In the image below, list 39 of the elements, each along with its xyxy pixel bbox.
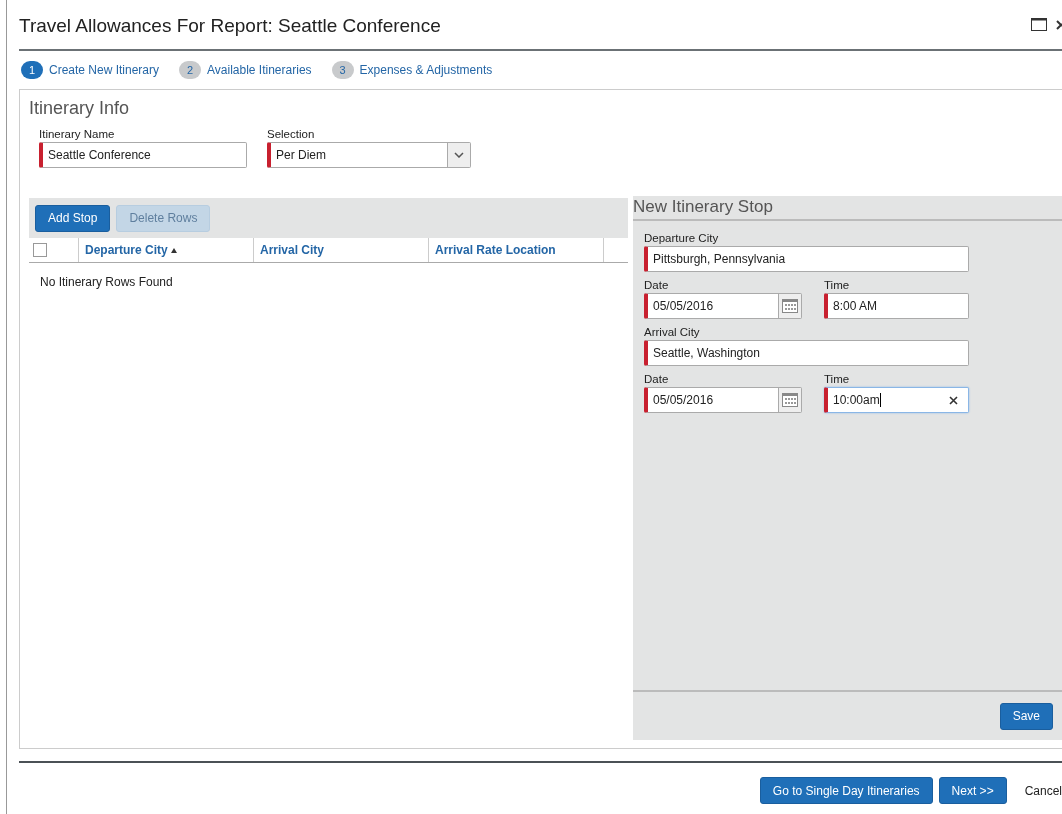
dropdown[interactable]: Per Diem bbox=[267, 142, 471, 168]
field-label: Itinerary Name bbox=[39, 128, 116, 140]
wizard-step[interactable]: 3 Expenses & Adjustments bbox=[331, 61, 493, 79]
panel-heading: New Itinerary Stop bbox=[633, 196, 1062, 221]
field-label: Date bbox=[644, 373, 670, 385]
field-label: Arrival City bbox=[644, 326, 701, 338]
chevron-down-icon bbox=[454, 152, 464, 158]
window-title: Travel Allowances For Report: Seattle Conference bbox=[19, 13, 442, 37]
calendar-icon[interactable] bbox=[782, 393, 798, 407]
input-field[interactable]: 05/05/2016 bbox=[644, 387, 802, 413]
input-field[interactable]: Seattle, Washington bbox=[644, 340, 969, 366]
input-field[interactable]: 10:00am bbox=[824, 387, 969, 413]
sort-ascending-icon bbox=[170, 247, 177, 253]
input-field[interactable]: 8:00 AM bbox=[824, 293, 969, 319]
wizard-step[interactable]: 2 Available Itineraries bbox=[179, 61, 312, 79]
footer-button[interactable]: Go to Single Day Itineraries bbox=[759, 777, 933, 804]
field-label: Time bbox=[824, 373, 851, 385]
column-header[interactable]: Arrival Rate Location bbox=[435, 243, 556, 257]
field-label: Selection bbox=[267, 128, 316, 140]
column-header[interactable]: Departure City bbox=[85, 243, 168, 257]
field-label: Time bbox=[824, 279, 851, 291]
empty-message: No Itinerary Rows Found bbox=[39, 274, 174, 289]
field-label: Date bbox=[644, 279, 670, 291]
input-field[interactable]: 05/05/2016 bbox=[644, 293, 802, 319]
cancel-link[interactable]: Cancel bbox=[1024, 783, 1062, 798]
field-label: Departure City bbox=[644, 232, 720, 244]
column-header[interactable]: Arrival City bbox=[260, 243, 325, 257]
close-icon[interactable] bbox=[1056, 19, 1062, 30]
toolbar-button[interactable]: Add Stop bbox=[35, 204, 111, 232]
maximize-icon[interactable] bbox=[1031, 18, 1047, 31]
input-field[interactable]: Seattle Conference bbox=[39, 142, 247, 168]
section-heading: Itinerary Info bbox=[29, 98, 131, 119]
save-button[interactable]: Save bbox=[999, 702, 1053, 730]
calendar-icon[interactable] bbox=[782, 299, 798, 313]
select-all-checkbox[interactable] bbox=[33, 243, 47, 257]
wizard-step[interactable]: 1 Create New Itinerary bbox=[21, 61, 160, 79]
clear-icon[interactable] bbox=[949, 396, 958, 405]
footer-button[interactable]: Next >> bbox=[938, 777, 1007, 804]
input-field[interactable]: Pittsburgh, Pennsylvania bbox=[644, 246, 969, 272]
